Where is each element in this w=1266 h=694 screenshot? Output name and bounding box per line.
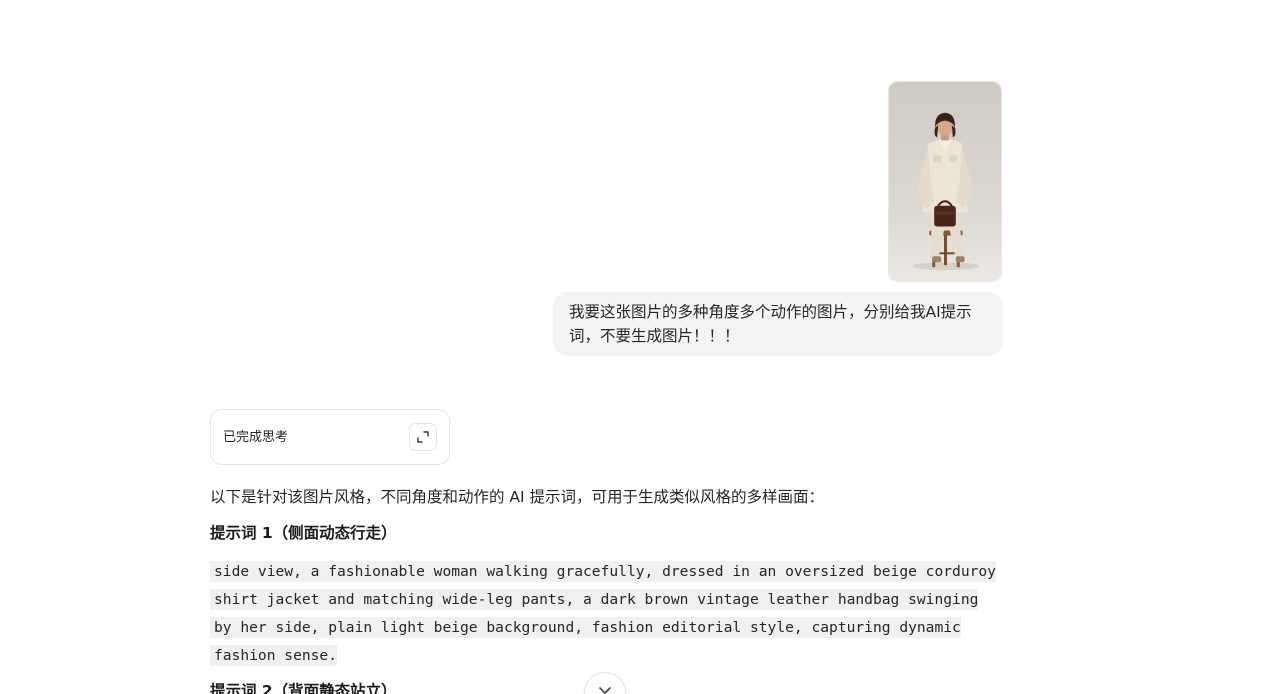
thinking-status-card[interactable]: 已完成思考 <box>210 409 450 465</box>
prompt-text-1: side view, a fashionable woman walking g… <box>210 561 996 666</box>
user-message-text: 我要这张图片的多种角度多个动作的图片，分别给我AI提示词，不要生成图片！！！ <box>569 303 972 345</box>
expand-thinking-button[interactable] <box>409 423 437 451</box>
expand-icon <box>417 431 429 443</box>
answer-intro: 以下是针对该图片风格，不同角度和动作的 AI 提示词，可用于生成类似风格的多样画… <box>210 488 825 506</box>
photo-woman-seated-on-stool <box>889 82 1001 281</box>
prompt-code-block-1: side view, a fashionable woman walking g… <box>210 558 1002 670</box>
thinking-status-label: 已完成思考 <box>223 430 289 445</box>
user-uploaded-image[interactable] <box>888 81 1002 282</box>
chevron-down-icon <box>599 687 611 694</box>
user-message-bubble: 我要这张图片的多种角度多个动作的图片，分别给我AI提示词，不要生成图片！！！ <box>553 292 1003 356</box>
prompt-heading-1: 提示词 1（侧面动态行走） <box>210 524 397 542</box>
chat-page: 我要这张图片的多种角度多个动作的图片，分别给我AI提示词，不要生成图片！！！ 已… <box>0 0 1266 694</box>
assistant-answer: 以下是针对该图片风格，不同角度和动作的 AI 提示词，可用于生成类似风格的多样画… <box>210 484 1010 694</box>
